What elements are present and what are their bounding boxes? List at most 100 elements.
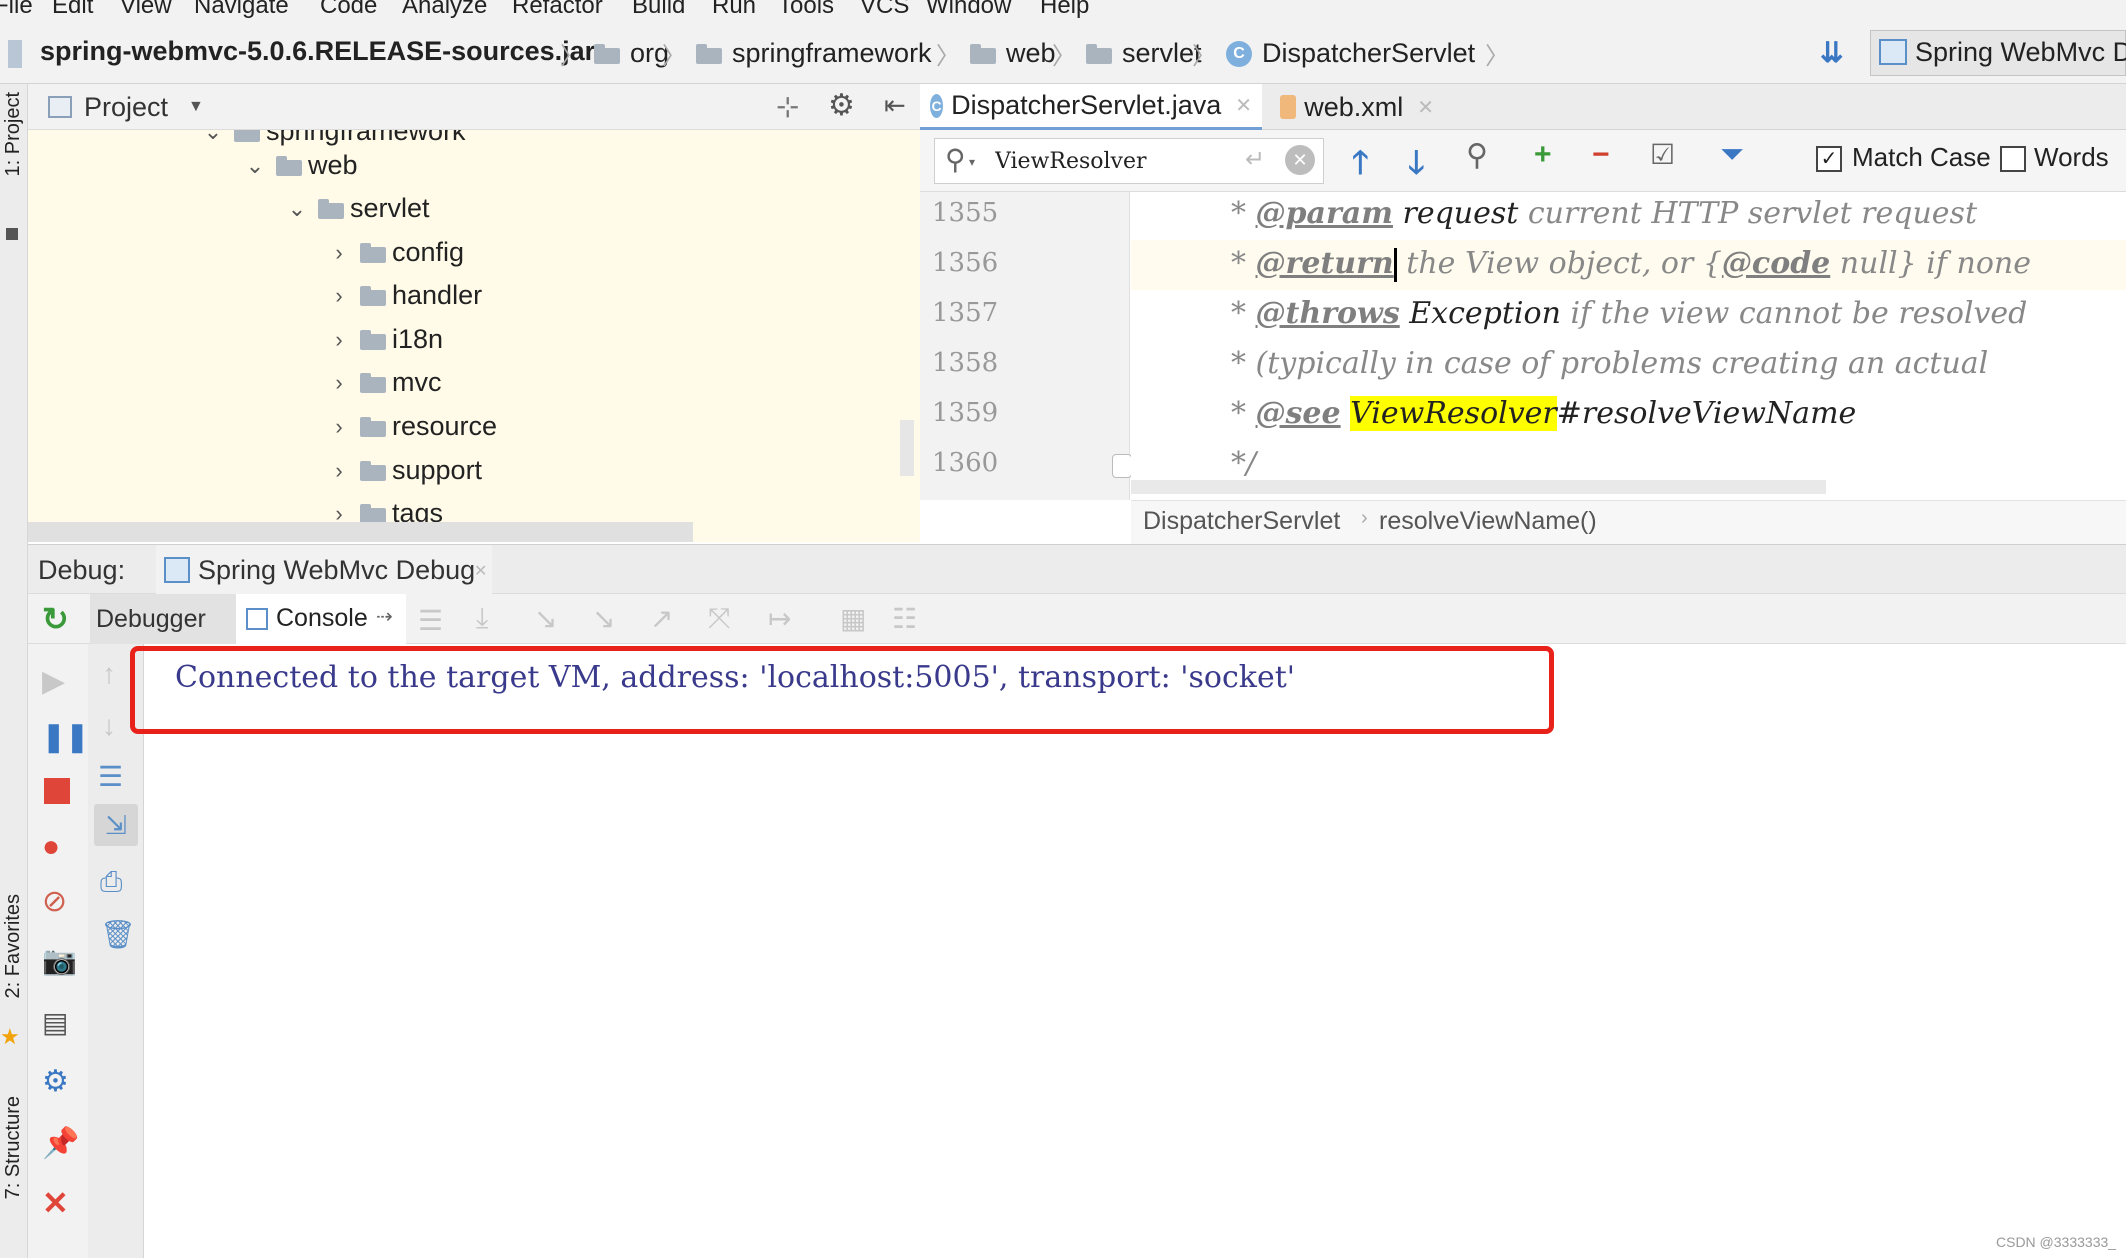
menu-tools[interactable]: Tools (778, 0, 834, 20)
nav-crumb-label: DispatcherServlet (1262, 38, 1476, 68)
folder-icon (360, 503, 386, 524)
view-breakpoints-icon[interactable]: ● (42, 830, 60, 864)
menu-analyze[interactable]: Analyze (402, 0, 487, 20)
close-icon[interactable]: ✕ (42, 1184, 69, 1222)
tree-node-mvc[interactable]: › mvc (324, 367, 441, 398)
vertical-scrollbar[interactable] (900, 420, 914, 476)
select-all-occurrences-icon[interactable]: ☑ (1650, 138, 1675, 171)
chevron-right-icon: › (1361, 507, 1368, 529)
tree-node-servlet[interactable]: ⌄ servlet (282, 193, 430, 224)
tree-node-config[interactable]: › config (324, 237, 464, 268)
nav-crumb-servlet[interactable]: 〉 servlet (1052, 36, 1202, 71)
nav-crumb-web[interactable]: 〉 web (936, 36, 1056, 71)
arrow-down-icon[interactable]: 🡓 (1408, 140, 1425, 194)
nav-crumb-jar[interactable]: spring-webmvc-5.0.6.RELEASE-sources.jar (40, 36, 595, 67)
tree-node-resource[interactable]: › resource (324, 411, 497, 442)
console-side-toolbar: ↑ ↓ ☰ ⇲ ⎙ 🗑 (88, 644, 144, 1258)
arrow-up-icon[interactable]: 🡑 (1352, 140, 1369, 194)
debug-session-tab[interactable]: Spring WebMvc Debug ✕ (156, 545, 492, 595)
trash-icon[interactable]: 🗑 (100, 918, 136, 951)
structure-tool-tab[interactable]: 7: Structure (2, 1096, 25, 1199)
square-icon (6, 228, 18, 240)
menu-help[interactable]: Help (1040, 0, 1089, 20)
sort-down-icon[interactable]: ⇊ (1820, 36, 1843, 69)
debug-toolbar: ↻ Debugger Console ⇢ ☰ ⤓ ↘ ↘ ↗ ⤧ ↦ ▦ ☷ (28, 594, 2126, 644)
add-occurrence-icon[interactable]: + (1534, 138, 1552, 172)
line-number: 1360 (932, 448, 999, 478)
words-checkbox[interactable] (2000, 146, 2026, 172)
folder-icon (360, 329, 386, 350)
horizontal-scrollbar[interactable] (1131, 480, 1826, 494)
project-tool-tab[interactable]: 1: Project (2, 92, 25, 176)
evaluate-expression-icon: ▦ (840, 603, 867, 634)
tool-window-strip: 1: Project 2: Favorites ★ 7: Structure (0, 84, 28, 1258)
settings-gear-icon[interactable]: ⚙ (42, 1064, 69, 1099)
code-line: */ (1231, 446, 1257, 481)
menu-vcs[interactable]: VCS (860, 0, 909, 20)
code-editor[interactable]: * @param request current HTTP servlet re… (1131, 192, 2126, 500)
tab-dispatcherservlet-java[interactable]: C DispatcherServlet.java ✕ (920, 84, 1262, 130)
tree-node-handler[interactable]: › handler (324, 280, 482, 311)
menu-code[interactable]: Code (320, 0, 377, 20)
close-icon[interactable]: ✕ (1235, 93, 1252, 118)
search-field-container: ⚲ ▾ ↵ ✕ (934, 138, 1324, 184)
clear-search-icon[interactable]: ✕ (1285, 145, 1315, 175)
scroll-from-source-icon[interactable]: ⊹ (776, 90, 799, 123)
fold-marker-icon[interactable] (1112, 454, 1132, 478)
breadcrumb-class[interactable]: DispatcherServlet (1143, 507, 1340, 536)
code-line: * @return the View object, or {@code nul… (1231, 246, 2031, 282)
camera-icon[interactable]: 📷 (42, 944, 77, 977)
menu-refactor[interactable]: Refactor (512, 0, 603, 20)
remove-occurrence-icon[interactable]: − (1592, 138, 1610, 172)
stop-icon[interactable] (44, 778, 70, 804)
print-icon[interactable]: ⎙ (100, 866, 122, 899)
mute-breakpoints-icon[interactable]: ⊘ (42, 884, 67, 919)
tab-web-xml[interactable]: web.xml ✕ (1270, 84, 1444, 130)
menu-run[interactable]: Run (712, 0, 756, 20)
nav-crumb-label: springframework (732, 38, 932, 68)
collapse-panel-icon[interactable]: ⇤ (884, 90, 906, 121)
search-input[interactable] (995, 145, 1245, 177)
close-icon[interactable]: ✕ (1417, 95, 1434, 120)
close-icon[interactable]: ✕ (474, 561, 487, 581)
menu-window[interactable]: Window (926, 0, 1011, 20)
run-to-cursor-icon: ↦ (768, 603, 792, 634)
menu-file[interactable]: File (0, 0, 33, 20)
nav-crumb-org[interactable]: 〉 org (560, 36, 669, 71)
menu-navigate[interactable]: Navigate (194, 0, 289, 20)
rerun-icon[interactable]: ↻ (42, 600, 69, 638)
nav-crumb-springframework[interactable]: 〉 springframework (662, 36, 932, 71)
tab-debugger[interactable]: Debugger (90, 594, 236, 644)
pin-icon[interactable]: 📌 (42, 1126, 79, 1161)
tree-node-springframework[interactable]: ⌄ springframework (198, 130, 466, 147)
class-icon: C (1226, 40, 1252, 67)
tab-console-label: Console (276, 604, 368, 632)
tree-node-i18n[interactable]: › i18n (324, 324, 443, 355)
menu-build[interactable]: Build (632, 0, 685, 20)
restore-layout-icon[interactable]: ▤ (42, 1006, 68, 1039)
project-view-selector[interactable]: Project (84, 92, 168, 123)
menu-view[interactable]: View (120, 0, 172, 20)
tab-console[interactable]: Console ⇢ (236, 594, 406, 644)
scroll-to-end-icon[interactable]: ⇲ (94, 804, 138, 846)
filter-icon[interactable]: ⏷ (1720, 138, 1744, 172)
gear-icon[interactable]: ⚙ (828, 88, 855, 123)
horizontal-scrollbar[interactable] (28, 522, 693, 542)
pause-icon[interactable]: ❚❚ (42, 720, 89, 753)
resume-icon: ▶ (42, 665, 66, 698)
tree-node-support[interactable]: › support (324, 455, 482, 486)
nav-crumb-dispatcherservlet[interactable]: 〉 C DispatcherServlet 〉 (1192, 36, 1509, 71)
soft-wrap-icon[interactable]: ☰ (98, 760, 123, 793)
console-output-area[interactable] (145, 644, 2126, 1258)
match-case-checkbox[interactable]: ✓ (1816, 146, 1842, 172)
find-all-icon[interactable]: ⚲ (1466, 138, 1488, 173)
text-cursor (1393, 248, 1397, 282)
menu-edit[interactable]: Edit (52, 0, 93, 20)
tree-node-web[interactable]: ⌄ web (240, 150, 358, 181)
project-icon (48, 96, 72, 118)
favorites-tool-tab[interactable]: 2: Favorites (2, 894, 25, 998)
line-number: 1358 (932, 348, 999, 378)
breadcrumb-method[interactable]: resolveViewName() (1379, 507, 1597, 536)
find-bar: ⚲ ▾ ↵ ✕ 🡑 🡓 ⚲ + − ☑ ⏷ ✓ Match Case Words (920, 130, 2126, 192)
run-config-selector[interactable]: Spring WebMvc D (1870, 30, 2126, 76)
